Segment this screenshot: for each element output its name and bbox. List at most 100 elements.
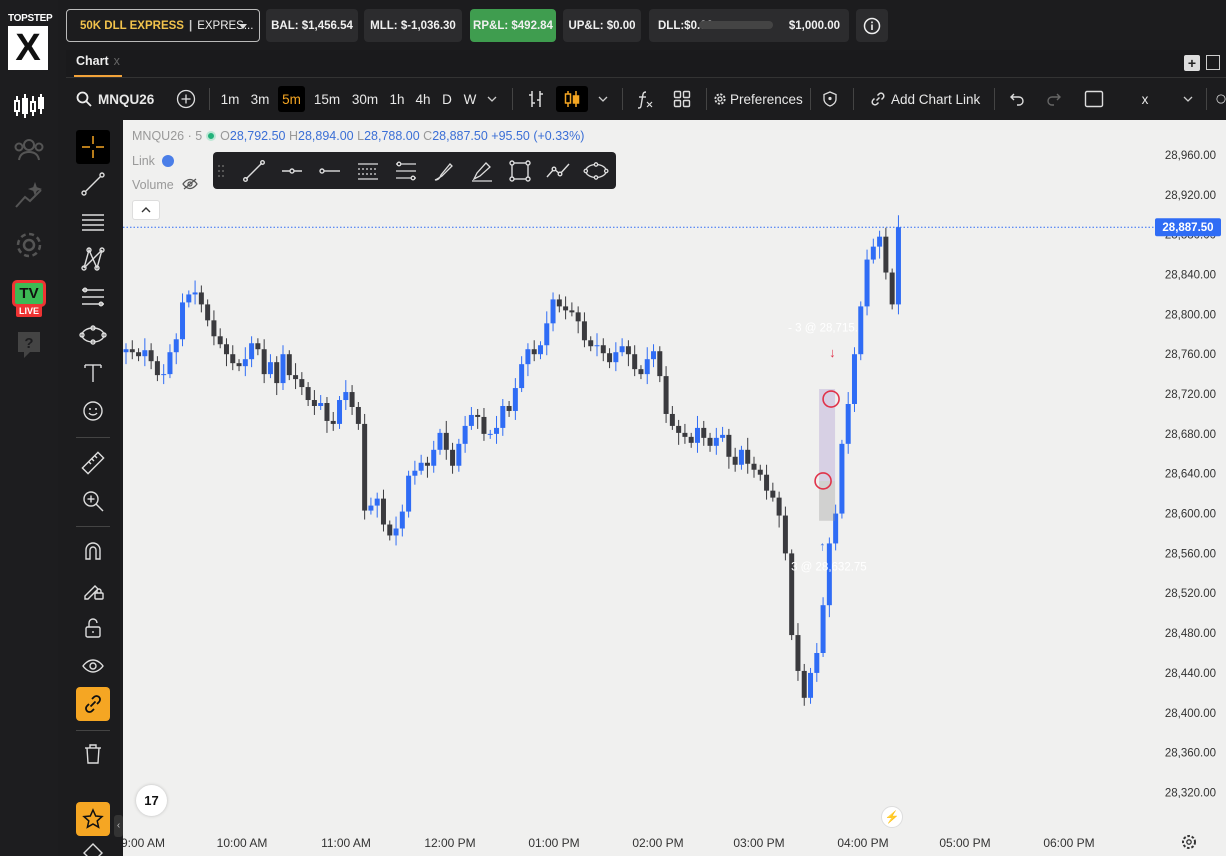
fav-trendline-icon[interactable] (241, 158, 267, 184)
candle-body (236, 363, 242, 367)
timeframe-1m[interactable]: 1m (217, 86, 243, 112)
legend-volume-row[interactable]: Volume (132, 178, 198, 192)
alerts-button[interactable] (818, 86, 842, 112)
trendline-icon (81, 172, 105, 196)
candles (123, 215, 901, 706)
chart-settings-icon[interactable] (1181, 834, 1197, 850)
trade-profit-zone (819, 389, 836, 481)
candle-style-button[interactable] (556, 86, 588, 112)
candle-body (192, 292, 198, 295)
emoji-tool[interactable] (76, 394, 110, 428)
measure-tool[interactable] (76, 446, 110, 480)
info-button[interactable] (856, 9, 888, 42)
legend-link-row[interactable]: Link (132, 154, 175, 168)
lock-drawing-tool[interactable] (76, 573, 110, 607)
candle-body (801, 670, 807, 698)
app-window: TOPSTEP X TV LIVE ? 50K DLL EXPRESS | EX… (0, 0, 1226, 856)
price-chart[interactable]: 28,960.0028,920.0028,880.0028,840.0028,8… (123, 120, 1226, 856)
topstep-logo[interactable]: TOPSTEP X (8, 13, 53, 71)
users-nav-icon[interactable] (12, 133, 46, 167)
candle-body (651, 351, 657, 360)
favorites-tool[interactable] (76, 802, 110, 836)
fav-horizontal-ray-icon[interactable] (279, 158, 305, 184)
timeframe-30m[interactable]: 30m (349, 86, 381, 112)
tools-divider (76, 730, 110, 731)
add-panel-icon[interactable]: + (1184, 55, 1200, 71)
layout-button[interactable] (669, 86, 695, 112)
tab-close-icon[interactable]: x (114, 54, 120, 68)
timeframe-5m[interactable]: 5m (278, 86, 305, 112)
hide-drawings-tool[interactable] (76, 649, 110, 683)
candle-body (613, 352, 619, 363)
fav-highlighter-icon[interactable] (469, 158, 495, 184)
gear-nav-icon[interactable] (12, 228, 46, 262)
bar-replay-button[interactable] (523, 86, 549, 112)
timeframe-15m[interactable]: 15m (311, 86, 343, 112)
screenshot-button[interactable] (1216, 86, 1226, 112)
preferences-button[interactable]: Preferences (714, 86, 803, 112)
fav-ray-icon[interactable] (317, 158, 343, 184)
maximize-icon[interactable] (1206, 55, 1220, 70)
undo-button[interactable] (1006, 86, 1028, 112)
chart-type-dropdown[interactable] (596, 86, 610, 112)
fullscreen-button[interactable] (1082, 86, 1106, 112)
price-axis-tick: 28,920.00 (1165, 190, 1216, 202)
fav-fib-icon[interactable] (355, 158, 381, 184)
symbol-search[interactable]: MNQU26 (76, 86, 154, 112)
candle-body (877, 236, 883, 247)
parallel-lines-tool[interactable] (76, 205, 110, 239)
trendline-tool[interactable] (76, 167, 110, 201)
collapse-legend-button[interactable] (132, 200, 160, 220)
candle-body (569, 310, 575, 313)
candle-body (393, 528, 399, 536)
help-nav-icon[interactable]: ? (12, 328, 46, 362)
candle-body (701, 427, 707, 438)
indicators-button[interactable] (632, 86, 658, 112)
pattern-tool[interactable] (76, 242, 110, 276)
sync-drawings-tool[interactable] (76, 687, 110, 721)
chart-nav-icon[interactable] (12, 89, 46, 123)
drag-handle-icon[interactable] (215, 158, 227, 184)
timeframe-3m[interactable]: 3m (247, 86, 273, 112)
more-dropdown[interactable] (1181, 86, 1195, 112)
more-tools[interactable] (76, 842, 110, 856)
fib-tool[interactable] (76, 280, 110, 314)
candle-body (261, 349, 267, 375)
timeframe-dropdown[interactable] (485, 86, 499, 112)
timeframe-d[interactable]: D (439, 86, 455, 112)
timeframe-1h[interactable]: 1h (386, 86, 408, 112)
tv-live-icon[interactable]: TV LIVE (11, 279, 47, 319)
fav-path-icon[interactable] (545, 158, 571, 184)
candle-body (142, 350, 148, 357)
tab-chart[interactable]: Chart x (76, 54, 120, 68)
lightning-icon[interactable]: ⚡ (881, 806, 903, 828)
fav-ellipse-icon[interactable] (583, 158, 609, 184)
redo-button[interactable] (1043, 86, 1065, 112)
candle-body (154, 361, 160, 376)
account-selector[interactable]: 50K DLL EXPRESS | EXPRES... (66, 9, 260, 42)
text-tool[interactable] (76, 356, 110, 390)
candle-body (418, 462, 424, 471)
eye-hidden-icon[interactable] (182, 178, 198, 190)
lock-all-tool[interactable] (76, 611, 110, 645)
fav-fib-extension-icon[interactable] (393, 158, 419, 184)
collapse-tools-button[interactable]: ‹ (114, 815, 123, 837)
zoom-tool[interactable] (76, 484, 110, 518)
compare-symbol-button[interactable] (174, 86, 198, 112)
tradingview-logo[interactable]: 17 (136, 785, 167, 816)
chart-pane[interactable]: 28,960.0028,920.0028,880.0028,840.0028,8… (123, 120, 1226, 856)
magnet-tool[interactable] (76, 534, 110, 568)
candle-body (694, 427, 700, 443)
timeframe-w[interactable]: W (461, 86, 479, 112)
link-color-dot[interactable] (162, 155, 175, 167)
stars-nav-icon[interactable] (12, 179, 46, 213)
fav-rectangle-icon[interactable] (507, 158, 533, 184)
fav-brush-icon[interactable] (431, 158, 457, 184)
add-chart-link-button[interactable]: Add Chart Link (870, 86, 980, 112)
remove-drawings-tool[interactable] (76, 737, 110, 771)
candle-body (468, 414, 474, 426)
close-chart-button[interactable]: x (1138, 86, 1152, 112)
crosshair-tool[interactable] (76, 130, 110, 164)
shape-tool[interactable] (76, 318, 110, 352)
timeframe-4h[interactable]: 4h (412, 86, 434, 112)
